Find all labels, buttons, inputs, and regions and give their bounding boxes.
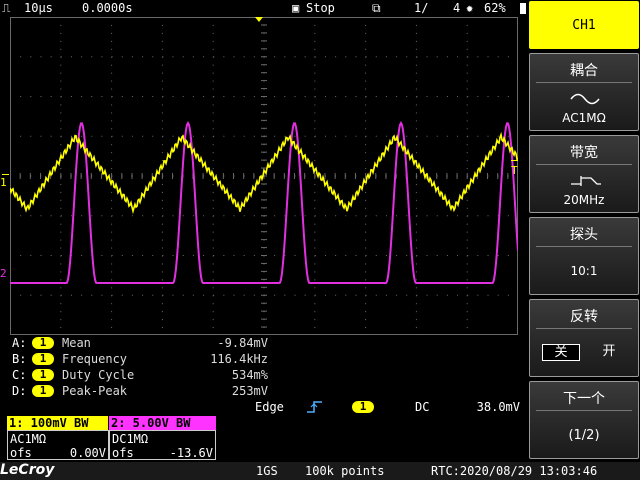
trigger-position-marker[interactable] [255,17,263,22]
brightness-icon: ✹ [466,1,474,15]
trigger-level-line [511,160,518,161]
measurement-slot: A: [12,336,27,350]
trigger-info[interactable]: Edge 1 DC 38.0mV [250,400,525,416]
measurement-value: 116.4kHz [210,352,268,366]
invert-on-option[interactable]: 开 [590,344,628,361]
measurement-name: Frequency [62,352,128,366]
probe-value: 10:1 [570,264,598,278]
ch1-scale-header[interactable]: 1: 100mV BW [7,416,108,430]
ch1-offset-label: ofs [10,446,32,460]
ch2-level-marker[interactable]: 2 [0,267,7,280]
measurement-row[interactable]: D: 1 Peak-Peak 253mV [12,384,272,400]
trigger-coupling: DC [415,400,430,414]
measurement-value: -9.84mV [217,336,268,350]
measurement-source-badge: 1 [32,369,54,381]
ac-coupling-icon [570,93,600,105]
trigger-source-badge: 1 [352,401,374,413]
measurement-source-badge: 1 [32,385,54,397]
bandwidth-divider [536,164,632,165]
battery-icon [520,3,526,14]
menu-invert-button[interactable]: 反转 关 开 [529,299,639,377]
status-bar: ⎍ 10µs 0.0000s ▣ Stop ⧉ 1/ 4 ✹ 62% [0,0,528,17]
measurement-slot: C: [12,368,27,382]
ch1-level-marker[interactable]: 1 [0,176,7,189]
battery-value: 62% [484,1,506,15]
sample-rate: 1GS [256,464,278,478]
timebase-value[interactable]: 10µs [24,1,53,15]
menu-bandwidth-button[interactable]: 带宽 20MHz [529,135,639,213]
page-icon: ⧉ [372,1,381,15]
measurement-slot: D: [12,384,27,398]
timebase-icon: ⎍ [2,1,11,15]
page-total: 4 [453,1,461,15]
next-title: 下一个 [563,391,605,407]
page-current: 1/ [414,1,429,15]
menu-coupling-button[interactable]: 耦合 AC1MΩ [529,53,639,131]
menu-channel-label: CH1 [572,18,596,33]
invert-off-option[interactable]: 关 [542,344,580,361]
measurement-value: 534m% [231,368,268,382]
menu-next-button[interactable]: 下一个 (1/2) [529,381,639,459]
probe-title: 探头 [570,227,598,243]
bandwidth-title: 带宽 [570,145,598,161]
run-state-icon: ▣ [292,1,300,15]
bottom-status-bar: LeCroy 1GS 100k points RTC:2020/08/29 13… [0,462,640,480]
ch1-info-box[interactable]: AC1MΩ ofs 0.00V [7,430,109,460]
next-divider [536,410,632,411]
ch2-coupling: DC1MΩ [112,432,149,446]
measurement-name: Duty Cycle [62,368,135,382]
side-menu: CH1 耦合 AC1MΩ 带宽 20MHz 探头 10:1 反转 关 开 下一个… [528,0,640,462]
ch2-offset-value: -13.6V [169,446,213,460]
measurement-value: 253mV [231,384,268,398]
measurement-row[interactable]: B: 1 Frequency 116.4kHz [12,352,272,368]
coupling-value: AC1MΩ [562,111,606,125]
ch2-offset-label: ofs [112,446,134,460]
run-state[interactable]: Stop [306,1,335,15]
invert-title: 反转 [570,309,598,325]
next-page-indicator: (1/2) [568,428,600,443]
record-length: 100k points [305,464,385,478]
trigger-level: 38.0mV [476,400,520,414]
ch2-scale-header[interactable]: 2: 5.00V BW [109,416,216,430]
ch1-marker-line [2,174,9,175]
brand-logo: LeCroy [0,462,55,478]
waveform-display[interactable] [10,17,518,335]
trigger-level-marker[interactable]: T [511,164,518,177]
menu-channel-button[interactable]: CH1 [529,1,639,49]
probe-divider [536,246,632,247]
coupling-divider [536,82,632,83]
measurement-source-badge: 1 [32,337,54,349]
measurement-slot: B: [12,352,27,366]
measurement-name: Mean [62,336,91,350]
coupling-title: 耦合 [570,63,598,79]
ch2-info-box[interactable]: DC1MΩ ofs -13.6V [109,430,216,460]
menu-probe-button[interactable]: 探头 10:1 [529,217,639,295]
ch1-coupling: AC1MΩ [10,432,47,446]
invert-divider [536,328,632,329]
rising-edge-icon [307,401,322,413]
ch2-waveform [10,120,518,284]
measurement-row[interactable]: A: 1 Mean -9.84mV [12,336,272,352]
measurement-name: Peak-Peak [62,384,128,398]
ch1-offset-value: 0.00V [69,446,106,460]
graticule [10,17,518,335]
trigger-type: Edge [255,400,284,414]
rtc-clock: RTC:2020/08/29 13:03:46 [431,464,598,478]
bandwidth-limit-icon [571,176,601,186]
measurement-row[interactable]: C: 1 Duty Cycle 534m% [12,368,272,384]
measurement-source-badge: 1 [32,353,54,365]
bandwidth-value: 20MHz [563,193,605,207]
delay-value[interactable]: 0.0000s [82,1,133,15]
